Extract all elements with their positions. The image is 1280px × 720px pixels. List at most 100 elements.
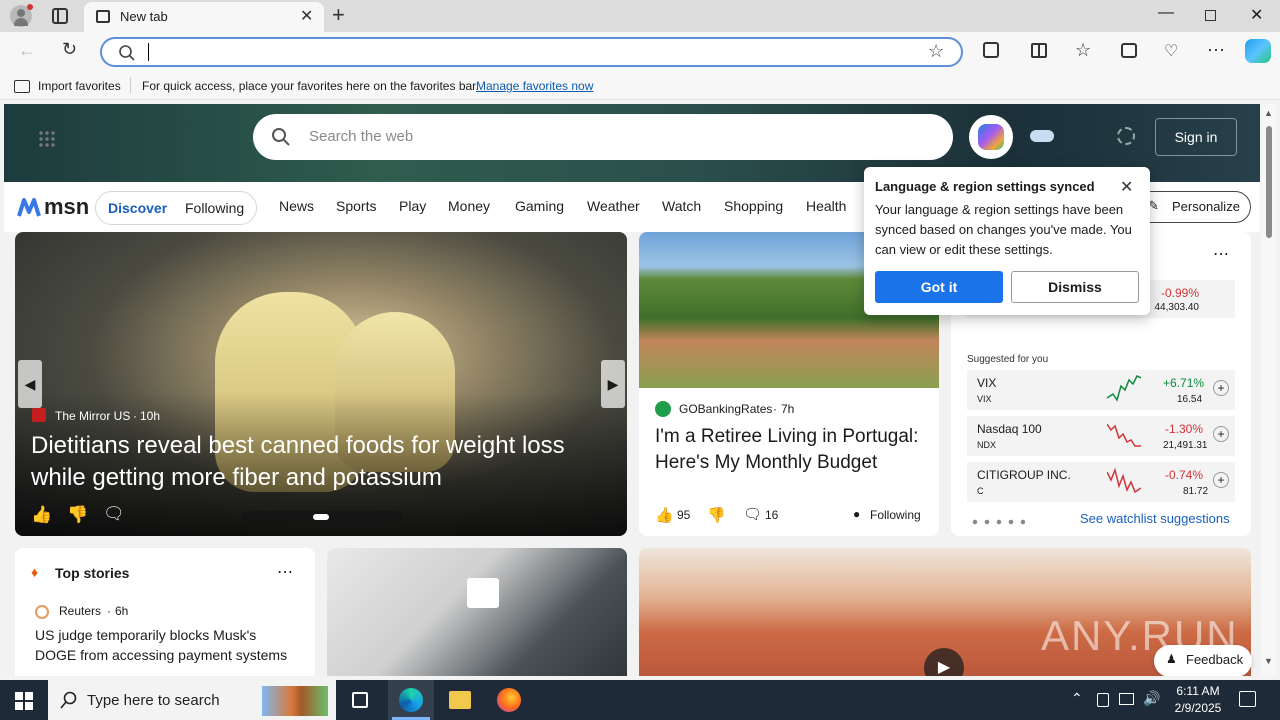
extensions-icon[interactable] (983, 42, 999, 58)
volume-icon[interactable]: 🔊 (1143, 690, 1160, 707)
personalize-button[interactable]: ✎ Personalize (1135, 191, 1251, 223)
hero-headline[interactable]: Dietitians reveal best canned foods for … (31, 430, 611, 494)
copilot-icon[interactable] (1245, 39, 1271, 63)
nav-news[interactable]: News (279, 198, 314, 214)
see-watchlist-link[interactable]: See watchlist suggestions (1080, 511, 1230, 526)
pager-dots[interactable] (969, 519, 1025, 525)
divider (130, 77, 131, 93)
nav-shopping[interactable]: Shopping (724, 198, 783, 214)
network-icon[interactable] (1119, 693, 1134, 705)
top-story-headline[interactable]: US judge temporarily blocks Musk's DOGE … (35, 625, 297, 665)
watchlist-row-vix[interactable]: VIX VIX +6.71% 16.54 + (967, 370, 1235, 410)
next-slide-button[interactable]: ▶ (601, 360, 625, 408)
feedback-label: Feedback (1186, 652, 1244, 667)
add-to-watchlist-button[interactable]: + (1213, 380, 1229, 396)
feedback-button[interactable]: ♟ Feedback (1154, 645, 1252, 676)
close-popup-icon[interactable]: ✕ (1120, 177, 1133, 197)
tab-discover[interactable]: Discover (108, 200, 167, 216)
notifications-icon[interactable] (1239, 691, 1256, 707)
more-options-icon[interactable]: ⋯ (1213, 244, 1229, 264)
tab-actions-icon[interactable] (52, 8, 68, 24)
got-it-button[interactable]: Got it (875, 271, 1003, 303)
scroll-down-icon[interactable]: ▼ (1264, 656, 1273, 666)
page-scrollbar[interactable]: ▲ ▼ (1262, 104, 1276, 676)
top-change: -0.99% (1160, 286, 1199, 300)
close-window-icon[interactable]: ✕ (1250, 5, 1263, 25)
watchlist-row-citigroup[interactable]: CITIGROUP INC. C -0.74% 81.72 + (967, 462, 1235, 502)
nav-play[interactable]: Play (399, 198, 426, 214)
add-to-watchlist-button[interactable]: + (1213, 472, 1229, 488)
favorites-icon[interactable]: ☆ (1075, 40, 1091, 61)
carousel-dots[interactable] (241, 511, 403, 523)
apps-grid-icon[interactable] (38, 130, 56, 148)
nav-weather[interactable]: Weather (587, 198, 640, 214)
taskbar-edge-button[interactable] (388, 680, 434, 720)
windows-start-icon[interactable] (15, 692, 33, 710)
import-favorites-button[interactable]: Import favorites (38, 79, 121, 93)
tab-new-tab[interactable]: New tab ✕ (84, 2, 324, 32)
favorite-star-icon[interactable]: ☆ (928, 41, 944, 62)
following-label[interactable]: Following (870, 508, 921, 522)
performance-icon[interactable]: ♡ (1164, 41, 1178, 61)
scroll-up-icon[interactable]: ▲ (1264, 108, 1273, 118)
taskbar-search-box[interactable]: Type here to search (48, 680, 336, 720)
scroll-thumb[interactable] (1266, 126, 1272, 238)
stock-value: 81.72 (1183, 486, 1209, 497)
play-button[interactable]: ▶ (924, 648, 964, 676)
nav-money[interactable]: Money (448, 198, 490, 214)
personalize-label: Personalize (1172, 199, 1240, 214)
dislike-icon[interactable]: 👎 (67, 505, 88, 525)
top-story-age: 6h (115, 604, 129, 618)
comment-icon[interactable]: 🗨 (743, 505, 762, 523)
file-explorer-icon[interactable] (449, 691, 471, 709)
stock-change: -0.74% (1165, 468, 1204, 482)
minimize-icon[interactable]: — (1158, 4, 1174, 22)
tray-chevron-icon[interactable]: ⌃ (1071, 690, 1083, 707)
close-tab-icon[interactable]: ✕ (300, 6, 313, 26)
refresh-button[interactable]: ↻ (62, 39, 77, 60)
collections-icon[interactable] (1121, 43, 1137, 58)
address-bar[interactable]: ☆ (100, 37, 963, 67)
search-icon (119, 45, 135, 61)
dislike-icon[interactable]: 👎 (707, 506, 726, 524)
add-to-watchlist-button[interactable]: + (1213, 426, 1229, 442)
nav-gaming[interactable]: Gaming (515, 198, 564, 214)
watchlist-row-ndx[interactable]: Nasdaq 100 NDX -1.30% 21,491.31 + (967, 416, 1235, 456)
manage-favorites-link[interactable]: Manage favorites now (476, 79, 593, 93)
settings-more-icon[interactable]: ⋯ (1207, 40, 1225, 61)
stock-value: 16.54 (1177, 394, 1203, 405)
back-button[interactable]: ← (18, 40, 36, 61)
source-logo-icon (32, 408, 46, 422)
stock-symbol: NDX (977, 440, 997, 450)
firefox-icon[interactable] (497, 688, 521, 712)
suggested-label: Suggested for you (967, 354, 1049, 365)
card2-headline[interactable]: I'm a Retiree Living in Portugal: Here's… (655, 424, 927, 476)
like-icon[interactable]: 👍 (655, 506, 674, 524)
new-tab-button[interactable]: + (332, 2, 345, 28)
task-view-icon[interactable] (352, 692, 368, 708)
story-card-qr[interactable] (327, 548, 627, 676)
like-icon[interactable]: 👍 (31, 505, 52, 525)
web-search-box[interactable]: Search the web (253, 114, 953, 160)
gear-icon[interactable] (1117, 127, 1135, 145)
split-screen-icon[interactable] (1031, 43, 1047, 58)
dismiss-button[interactable]: Dismiss (1011, 271, 1139, 303)
clock-time[interactable]: 6:11 AM (1172, 684, 1224, 698)
hero-dot: · (133, 409, 137, 423)
nav-watch[interactable]: Watch (662, 198, 701, 214)
restore-icon[interactable] (1205, 10, 1216, 21)
tray-device-icon[interactable] (1097, 693, 1109, 707)
weather-cloud-icon[interactable] (1030, 130, 1054, 142)
tab-following[interactable]: Following (185, 200, 244, 216)
nav-sports[interactable]: Sports (336, 198, 376, 214)
prev-slide-button[interactable]: ◀ (18, 360, 42, 408)
profile-icon[interactable] (10, 4, 33, 27)
more-options-icon[interactable]: ⋯ (277, 562, 293, 582)
sparkline-up (1107, 374, 1141, 402)
comment-icon[interactable]: 🗨 (103, 504, 125, 524)
clock-date[interactable]: 2/9/2025 (1170, 701, 1226, 715)
sign-in-button[interactable]: Sign in (1155, 118, 1237, 156)
nav-health[interactable]: Health (806, 198, 846, 214)
copilot-button[interactable] (969, 115, 1013, 159)
hero-story-card[interactable]: ◀ ▶ The Mirror US · 10h Dietitians revea… (15, 232, 627, 536)
